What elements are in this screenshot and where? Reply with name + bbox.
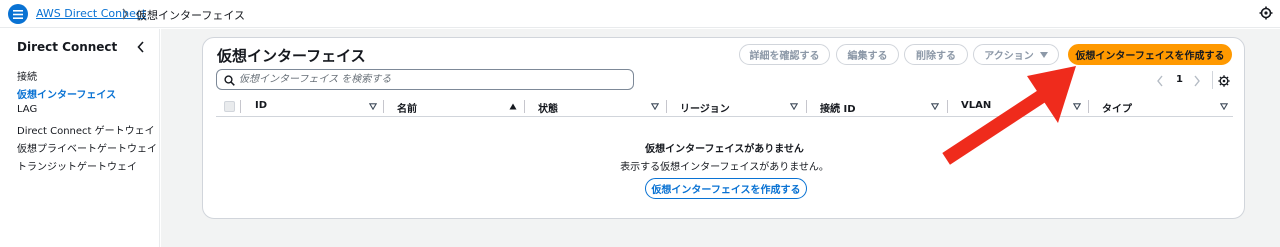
virtual-interfaces-table-container: 仮想インターフェイス 詳細を確認する 編集する 削除する アクション 仮想インタ… — [202, 37, 1245, 219]
column-divider — [806, 100, 807, 113]
column-label: VLAN — [961, 100, 992, 111]
column-label: ID — [255, 100, 268, 111]
actions-dropdown-button[interactable]: アクション — [973, 44, 1059, 65]
settings-icon[interactable] — [1259, 6, 1273, 20]
column-header-name[interactable]: 名前 — [397, 96, 525, 117]
sort-icon[interactable] — [931, 103, 939, 110]
sort-icon[interactable] — [1073, 103, 1081, 110]
sort-icon[interactable] — [1220, 103, 1228, 110]
column-divider — [383, 100, 384, 113]
sidebar-item-virtual-private-gateways[interactable]: 仮想プライベートゲートウェイ — [17, 140, 157, 155]
pagination-current-page[interactable]: 1 — [1176, 74, 1183, 85]
search-field[interactable] — [216, 69, 634, 90]
column-header-state[interactable]: 状態 — [538, 96, 666, 117]
table-header: ID 名前 状態 リージョン 接続 ID VLAN タイプ — [216, 96, 1233, 117]
column-label: タイプ — [1102, 104, 1132, 115]
column-label: 接続 ID — [820, 104, 856, 115]
chevron-right-icon — [122, 8, 128, 20]
sidebar-title: Direct Connect — [17, 40, 118, 54]
main-content: 仮想インターフェイス 詳細を確認する 編集する 削除する アクション 仮想インタ… — [161, 29, 1280, 247]
column-header-region[interactable]: リージョン — [680, 96, 808, 117]
page-title: 仮想インターフェイス — [217, 47, 366, 65]
search-icon — [224, 75, 235, 86]
close-sidebar-icon[interactable] — [136, 41, 146, 53]
column-label: 状態 — [538, 104, 558, 115]
actions-label: アクション — [984, 51, 1034, 62]
column-divider — [666, 100, 667, 113]
column-label: 名前 — [397, 104, 417, 115]
column-divider — [524, 100, 525, 113]
sort-ascending-icon[interactable] — [509, 103, 517, 110]
top-navigation-bar: AWS Direct Connect 仮想インターフェイス — [0, 0, 1280, 28]
sidebar-item-lag[interactable]: LAG — [17, 104, 37, 115]
sidebar-item-transit-gateways[interactable]: トランジットゲートウェイ — [17, 158, 137, 173]
column-header-type[interactable]: タイプ — [1102, 96, 1230, 117]
sort-icon[interactable] — [651, 103, 659, 110]
sidebar-item-connections[interactable]: 接続 — [17, 68, 37, 83]
column-divider — [240, 100, 241, 113]
menu-icon[interactable] — [8, 4, 28, 24]
sort-icon[interactable] — [790, 103, 798, 110]
caret-down-icon — [1039, 51, 1048, 58]
sidebar-item-virtual-interfaces[interactable]: 仮想インターフェイス — [17, 86, 116, 101]
view-details-button[interactable]: 詳細を確認する — [739, 44, 830, 65]
column-label: リージョン — [680, 104, 730, 115]
empty-state-create-button[interactable]: 仮想インターフェイスを作成する — [645, 178, 807, 199]
pagination-divider — [1212, 71, 1213, 89]
search-input[interactable] — [239, 72, 629, 87]
column-header-connection-id[interactable]: 接続 ID — [820, 96, 948, 117]
side-navigation: Direct Connect 接続 仮想インターフェイス LAG Direct … — [0, 29, 160, 247]
column-divider — [1088, 100, 1089, 113]
column-header-vlan[interactable]: VLAN — [961, 96, 1089, 117]
sort-icon[interactable] — [369, 103, 377, 110]
chevron-left-icon[interactable] — [1156, 75, 1164, 87]
empty-state-description: 表示する仮想インターフェイスがありません。 — [620, 162, 829, 173]
settings-icon[interactable] — [1218, 75, 1230, 87]
column-header-id[interactable]: ID — [255, 96, 383, 117]
sidebar-item-direct-connect-gateways[interactable]: Direct Connect ゲートウェイ — [17, 122, 155, 137]
breadcrumb-current: 仮想インターフェイス — [136, 9, 246, 22]
select-all-checkbox[interactable] — [224, 101, 235, 112]
chevron-right-icon[interactable] — [1193, 75, 1201, 87]
breadcrumb-service-link[interactable]: AWS Direct Connect — [36, 7, 146, 20]
column-divider — [947, 100, 948, 113]
empty-state-title: 仮想インターフェイスがありません — [645, 144, 804, 155]
edit-button[interactable]: 編集する — [836, 44, 899, 65]
create-virtual-interface-button[interactable]: 仮想インターフェイスを作成する — [1068, 44, 1232, 65]
delete-button[interactable]: 削除する — [904, 44, 968, 65]
